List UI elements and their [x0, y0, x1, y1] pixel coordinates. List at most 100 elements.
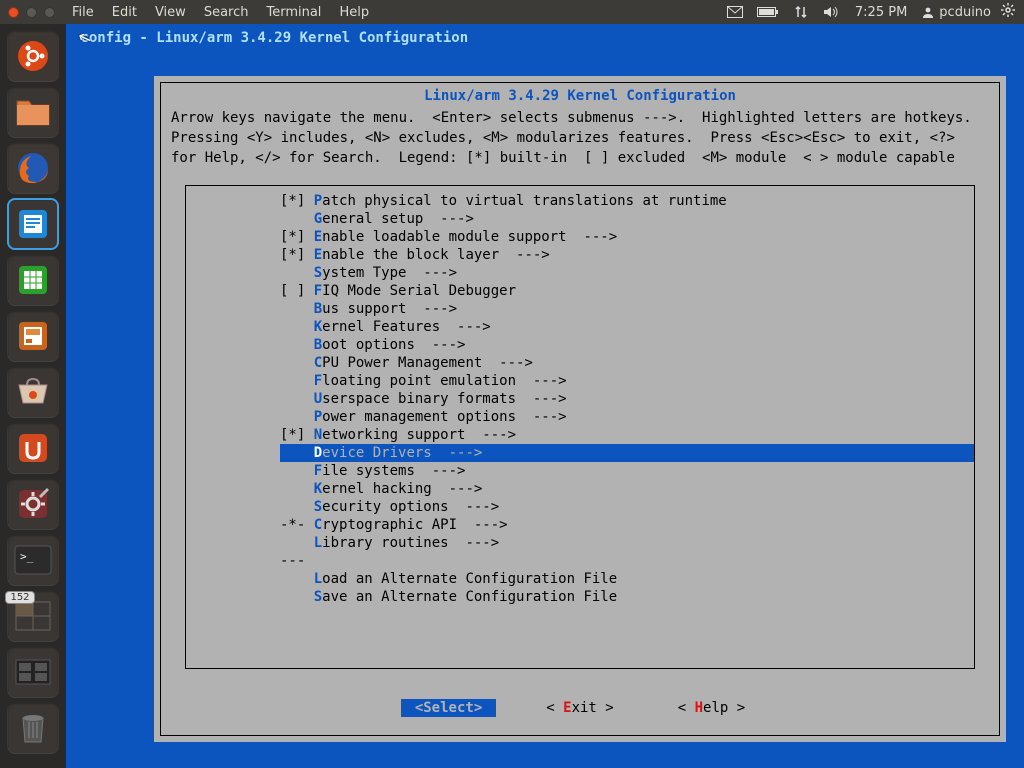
dialog-help-line: Pressing <Y> includes, <N> excludes, <M>… — [161, 129, 999, 149]
menu-view[interactable]: View — [146, 5, 195, 20]
menuconfig-item[interactable]: [*] Networking support ---> — [280, 426, 974, 444]
battery-indicator-icon[interactable] — [750, 6, 786, 18]
menuconfig-item-label: ernel hacking ---> — [322, 481, 482, 497]
window-close-button[interactable] — [8, 7, 19, 18]
menuconfig-item-prefix — [280, 481, 314, 497]
menuconfig-item-prefix — [280, 373, 314, 389]
launcher-expo-icon[interactable] — [7, 646, 59, 698]
launcher-badge: 152 — [5, 591, 34, 604]
menuconfig-item-hotkey: B — [314, 301, 322, 317]
menuconfig-item[interactable]: Load an Alternate Configuration File — [280, 570, 974, 588]
menuconfig-dialog: Linux/arm 3.4.29 Kernel Configuration Ar… — [154, 76, 1006, 742]
menuconfig-item[interactable]: File systems ---> — [280, 462, 974, 480]
menuconfig-item-label: serspace binary formats ---> — [322, 391, 566, 407]
menuconfig-item[interactable]: Save an Alternate Configuration File — [280, 588, 974, 606]
menuconfig-list-box: [*] Patch physical to virtual translatio… — [185, 185, 975, 669]
launcher-ubuntu-one-icon[interactable] — [7, 422, 59, 474]
exit-button[interactable]: < Exit > — [532, 699, 627, 717]
launcher-trash-icon[interactable] — [7, 702, 59, 754]
terminal-title: config - Linux/arm 3.4.29 Kernel Configu… — [66, 24, 1024, 46]
select-button[interactable]: <Select> — [401, 699, 496, 717]
launcher-software-center-icon[interactable] — [7, 366, 59, 418]
menuconfig-item-hotkey: F — [314, 373, 322, 389]
menuconfig-item[interactable]: General setup ---> — [280, 210, 974, 228]
menuconfig-item[interactable]: Floating point emulation ---> — [280, 372, 974, 390]
system-gear-icon[interactable] — [997, 3, 1024, 21]
menuconfig-item[interactable]: Kernel hacking ---> — [280, 480, 974, 498]
menuconfig-item-label: ystem Type ---> — [322, 265, 457, 281]
window-maximize-button[interactable] — [44, 7, 55, 18]
menuconfig-list[interactable]: [*] Patch physical to virtual translatio… — [280, 186, 974, 606]
menu-file[interactable]: File — [63, 5, 103, 20]
menuconfig-item[interactable]: -*- Cryptographic API ---> — [280, 516, 974, 534]
clock-indicator[interactable]: 7:25 PM — [846, 5, 916, 20]
menuconfig-item-prefix: -*- — [280, 517, 314, 533]
menu-help[interactable]: Help — [330, 5, 378, 20]
menuconfig-item-prefix — [280, 499, 314, 515]
menuconfig-item-hotkey: L — [314, 535, 322, 551]
menuconfig-item[interactable]: Security options ---> — [280, 498, 974, 516]
menuconfig-item[interactable]: CPU Power Management ---> — [280, 354, 974, 372]
menuconfig-item-label: loating point emulation ---> — [322, 373, 566, 389]
help-button[interactable]: < Help > — [664, 699, 759, 717]
menuconfig-item[interactable]: Boot options ---> — [280, 336, 974, 354]
menuconfig-item[interactable]: Library routines ---> — [280, 534, 974, 552]
menuconfig-item-prefix: [*] — [280, 229, 314, 245]
menuconfig-item-hotkey: G — [314, 211, 322, 227]
session-indicator[interactable]: pcduino — [916, 5, 997, 20]
menuconfig-item[interactable]: System Type ---> — [280, 264, 974, 282]
menuconfig-item-hotkey: C — [314, 517, 322, 533]
menu-search[interactable]: Search — [195, 5, 258, 20]
menuconfig-item[interactable]: Userspace binary formats ---> — [280, 390, 974, 408]
menuconfig-item-prefix — [280, 301, 314, 317]
sound-indicator-icon[interactable] — [816, 5, 846, 19]
menuconfig-item-hotkey: K — [314, 481, 322, 497]
menuconfig-item-hotkey: L — [314, 571, 322, 587]
launcher-writer-icon[interactable] — [7, 198, 59, 250]
menuconfig-item-label: PU Power Management ---> — [322, 355, 533, 371]
menuconfig-item-prefix — [280, 319, 314, 335]
terminal-window: config - Linux/arm 3.4.29 Kernel Configu… — [66, 24, 1024, 768]
menuconfig-item-prefix — [280, 589, 314, 605]
launcher-firefox-icon[interactable] — [7, 142, 59, 194]
menuconfig-item[interactable]: Bus support ---> — [280, 300, 974, 318]
menuconfig-item-label: ibrary routines ---> — [322, 535, 499, 551]
exit-button-lbracket: < — [546, 700, 563, 716]
menuconfig-item-label: ile systems ---> — [322, 463, 465, 479]
menuconfig-item[interactable]: [*] Enable the block layer ---> — [280, 246, 974, 264]
menuconfig-item-hotkey: F — [314, 283, 322, 299]
menuconfig-item-label: IQ Mode Serial Debugger — [322, 283, 516, 299]
network-indicator-icon[interactable] — [786, 5, 816, 19]
menuconfig-item-label: nable the block layer ---> — [322, 247, 550, 263]
menuconfig-item-prefix — [280, 409, 314, 425]
launcher-system-settings-icon[interactable] — [7, 478, 59, 530]
launcher-impress-icon[interactable] — [7, 310, 59, 362]
menuconfig-item[interactable]: [*] Enable loadable module support ---> — [280, 228, 974, 246]
menuconfig-item[interactable]: Power management options ---> — [280, 408, 974, 426]
mail-indicator-icon[interactable] — [720, 6, 750, 18]
menuconfig-item[interactable]: Device Drivers ---> — [280, 444, 974, 462]
menuconfig-item[interactable]: [*] Patch physical to virtual translatio… — [280, 192, 974, 210]
window-minimize-button[interactable] — [26, 7, 37, 18]
menuconfig-item-prefix — [280, 445, 314, 461]
menuconfig-item-hotkey: C — [314, 355, 322, 371]
menu-terminal[interactable]: Terminal — [257, 5, 330, 20]
launcher-files-icon[interactable] — [7, 86, 59, 138]
menuconfig-item[interactable]: Kernel Features ---> — [280, 318, 974, 336]
menuconfig-item-prefix — [280, 535, 314, 551]
menu-edit[interactable]: Edit — [103, 5, 146, 20]
launcher-terminal-icon[interactable]: >_ — [7, 534, 59, 586]
menuconfig-item[interactable]: [ ] FIQ Mode Serial Debugger — [280, 282, 974, 300]
menuconfig-item-hotkey: D — [314, 445, 322, 461]
user-icon — [922, 6, 934, 18]
menuconfig-item[interactable]: --- — [280, 552, 974, 570]
menuconfig-item-prefix: [*] — [280, 427, 314, 443]
help-button-hotkey: H — [695, 700, 703, 716]
launcher-dash-icon[interactable] — [7, 30, 59, 82]
menuconfig-item-hotkey: P — [314, 193, 322, 209]
launcher-workspace-switcher-icon[interactable]: 152 — [7, 590, 59, 642]
launcher-calc-icon[interactable] — [7, 254, 59, 306]
select-button-lbracket: < — [415, 700, 423, 716]
menuconfig-item-prefix — [280, 355, 314, 371]
menuconfig-item-hotkey: U — [314, 391, 322, 407]
